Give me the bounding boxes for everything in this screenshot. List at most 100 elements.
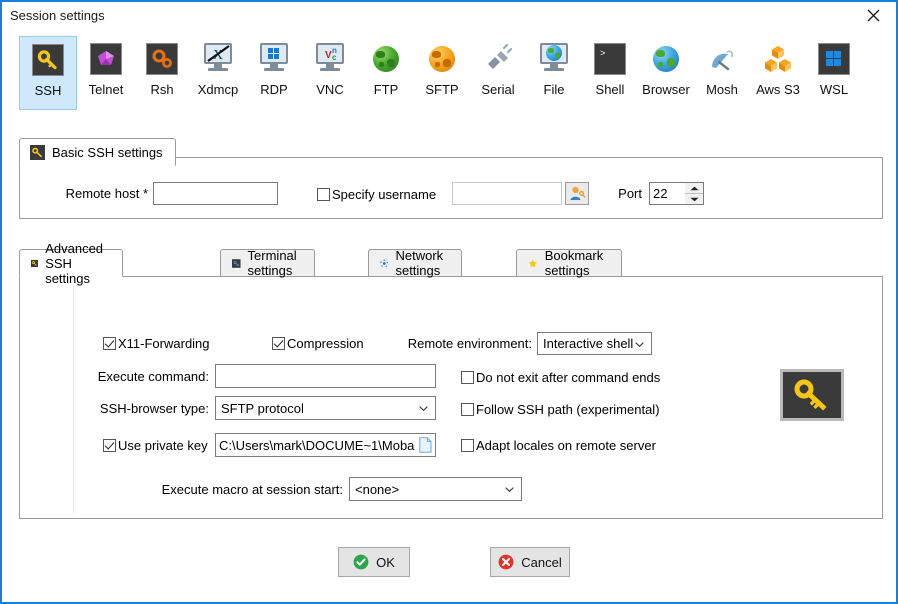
cancel-button[interactable]: Cancel bbox=[490, 547, 570, 577]
select-user-button[interactable] bbox=[565, 182, 589, 205]
remote-environment-label: Remote environment: bbox=[407, 336, 532, 351]
remote-host-label: Remote host * bbox=[65, 186, 148, 201]
window-title: Session settings bbox=[10, 8, 105, 23]
protocol-tile-xdmcp[interactable]: X Xdmcp bbox=[189, 36, 247, 110]
protocol-tile-mosh[interactable]: Mosh bbox=[693, 36, 751, 110]
aws-s3-boxes-icon bbox=[762, 43, 794, 75]
protocol-label: Xdmcp bbox=[197, 82, 239, 97]
protocol-tile-vnc[interactable]: V n c VNC bbox=[301, 36, 359, 110]
protocol-tile-aws-s3[interactable]: Aws S3 bbox=[749, 36, 807, 110]
x-circle-icon bbox=[498, 554, 514, 570]
x11-forwarding-checkbox[interactable]: X11-Forwarding bbox=[103, 336, 210, 351]
ssh-key-icon bbox=[32, 44, 64, 76]
port-input[interactable] bbox=[649, 182, 685, 205]
protocol-label: SFTP bbox=[425, 82, 459, 97]
spinner-down-icon bbox=[690, 197, 698, 201]
protocol-label: FTP bbox=[373, 82, 399, 97]
close-button[interactable] bbox=[850, 2, 896, 28]
svg-text:>: > bbox=[600, 49, 605, 59]
port-label: Port bbox=[618, 186, 642, 201]
username-input[interactable] bbox=[452, 182, 562, 205]
compression-checkbox[interactable]: Compression bbox=[272, 336, 364, 351]
protocol-tile-rdp[interactable]: RDP bbox=[245, 36, 303, 110]
title-bar: Session settings bbox=[2, 2, 896, 29]
do-not-exit-label: Do not exit after command ends bbox=[476, 370, 661, 385]
execute-command-label: Execute command: bbox=[97, 369, 209, 384]
file-browse-icon[interactable] bbox=[419, 437, 432, 453]
protocol-label: File bbox=[543, 82, 565, 97]
specify-username-label: Specify username bbox=[332, 187, 437, 202]
browser-globe-icon bbox=[650, 43, 682, 75]
wsl-windows-icon bbox=[818, 43, 850, 75]
user-key-icon bbox=[570, 186, 586, 200]
do-not-exit-checkbox[interactable]: Do not exit after command ends bbox=[461, 370, 660, 385]
protocol-tile-file[interactable]: File bbox=[525, 36, 583, 110]
execute-macro-value: <none> bbox=[355, 481, 400, 497]
checkbox-box bbox=[461, 439, 474, 452]
execute-macro-label: Execute macro at session start: bbox=[161, 482, 343, 497]
protocol-label: Aws S3 bbox=[756, 82, 800, 97]
tab-network-settings[interactable]: Network settings bbox=[368, 248, 462, 278]
chevron-down-icon bbox=[419, 406, 428, 411]
protocol-tile-serial[interactable]: Serial bbox=[469, 36, 527, 110]
protocol-tile-sftp[interactable]: SFTP bbox=[413, 36, 471, 110]
checkbox-box bbox=[461, 371, 474, 384]
protocol-tile-telnet[interactable]: Telnet bbox=[77, 36, 135, 110]
private-key-path-input[interactable]: C:\Users\mark\DOCUME~1\Moba bbox=[215, 433, 436, 457]
mosh-satellite-icon bbox=[706, 43, 738, 75]
port-spinner-down[interactable] bbox=[685, 194, 703, 204]
protocol-tile-rsh[interactable]: Rsh bbox=[133, 36, 191, 110]
execute-command-input[interactable] bbox=[215, 364, 436, 388]
execute-macro-select[interactable]: <none> bbox=[349, 477, 522, 501]
x11-forwarding-label: X11-Forwarding bbox=[118, 336, 210, 351]
protocol-label: VNC bbox=[316, 82, 344, 97]
protocol-label: RDP bbox=[260, 82, 288, 97]
follow-ssh-path-checkbox[interactable]: Follow SSH path (experimental) bbox=[461, 402, 660, 417]
protocol-tile-browser[interactable]: Browser bbox=[637, 36, 695, 110]
protocol-tile-ssh[interactable]: SSH bbox=[19, 36, 77, 110]
vnc-monitor-icon: V n c bbox=[314, 43, 346, 75]
remote-host-input[interactable] bbox=[153, 182, 278, 205]
remote-environment-select[interactable]: Interactive shell bbox=[537, 332, 652, 355]
protocol-label: Browser bbox=[642, 82, 690, 97]
svg-text:V: V bbox=[325, 50, 332, 61]
protocol-label: Serial bbox=[481, 82, 515, 97]
port-spinner-up[interactable] bbox=[685, 183, 703, 194]
rsh-gears-icon bbox=[146, 43, 178, 75]
ssh-browser-type-value: SFTP protocol bbox=[221, 400, 304, 416]
protocol-tile-shell[interactable]: > Shell bbox=[581, 36, 639, 110]
chevron-down-icon bbox=[635, 341, 644, 347]
tab-label: Advanced SSH settings bbox=[45, 240, 104, 286]
protocol-label: Rsh bbox=[150, 82, 174, 97]
checkbox-box bbox=[317, 188, 330, 201]
compression-label: Compression bbox=[287, 336, 364, 351]
tab-advanced-ssh-settings[interactable]: Advanced SSH settings bbox=[19, 241, 123, 286]
adapt-locales-checkbox[interactable]: Adapt locales on remote server bbox=[461, 438, 656, 453]
tab-label: Terminal settings bbox=[247, 248, 297, 278]
protocol-label: Shell bbox=[595, 82, 625, 97]
specify-username-checkbox[interactable]: Specify username bbox=[317, 187, 436, 202]
port-spinner[interactable] bbox=[685, 182, 704, 205]
ssh-browser-type-select[interactable]: SFTP protocol bbox=[215, 396, 436, 420]
basic-ssh-settings-tab[interactable]: Basic SSH settings bbox=[19, 138, 176, 166]
tab-terminal-settings[interactable]: Terminal settings bbox=[220, 248, 316, 278]
ok-button[interactable]: OK bbox=[338, 547, 410, 577]
panel-divider bbox=[73, 286, 74, 514]
protocol-toolbar: SSH Telnet Rsh X Xdmcp RDP V n c VNC FTP… bbox=[4, 36, 894, 114]
private-key-graphic bbox=[780, 369, 844, 421]
key-icon bbox=[31, 259, 39, 267]
protocol-tile-wsl[interactable]: WSL bbox=[805, 36, 863, 110]
protocol-label: WSL bbox=[819, 82, 849, 97]
cancel-button-label: Cancel bbox=[521, 554, 562, 570]
use-private-key-checkbox[interactable]: Use private key bbox=[103, 438, 208, 453]
checkbox-box bbox=[103, 439, 116, 452]
checkbox-box bbox=[272, 337, 285, 350]
tab-label: Bookmark settings bbox=[544, 248, 604, 278]
rdp-windows-monitor-icon bbox=[258, 43, 290, 75]
protocol-label: Mosh bbox=[706, 82, 738, 97]
adapt-locales-label: Adapt locales on remote server bbox=[476, 438, 656, 453]
tab-bookmark-settings[interactable]: Bookmark settings bbox=[516, 248, 622, 278]
tab-label: Network settings bbox=[395, 248, 444, 278]
protocol-tile-ftp[interactable]: FTP bbox=[357, 36, 415, 110]
ok-button-label: OK bbox=[376, 554, 395, 570]
